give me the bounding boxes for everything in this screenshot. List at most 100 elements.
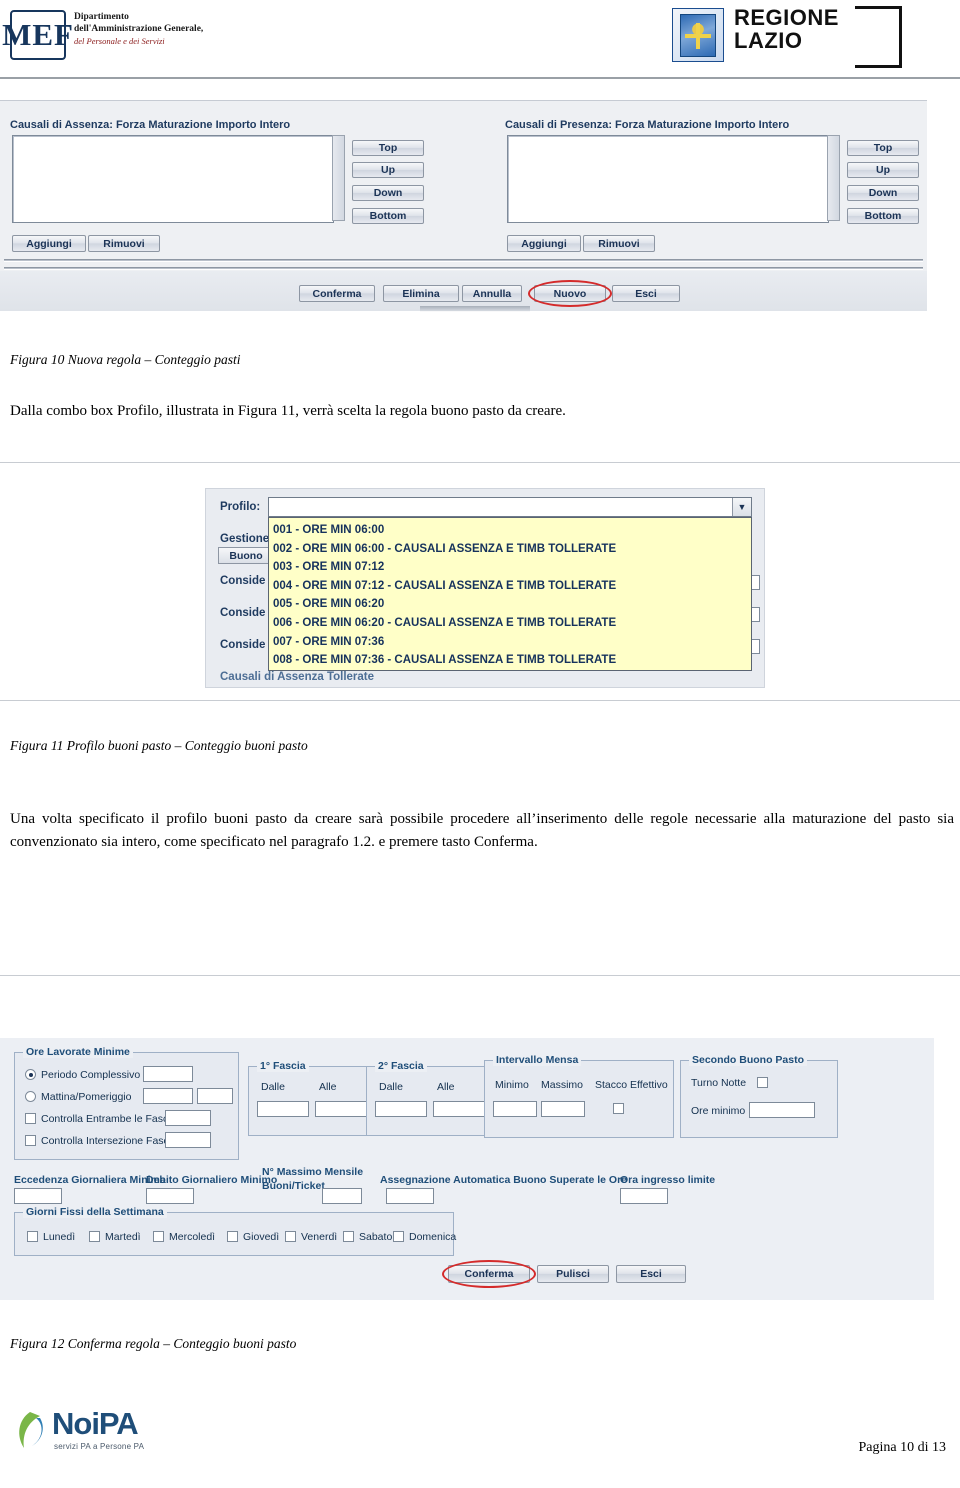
field-fascia1-alle[interactable] bbox=[315, 1101, 367, 1117]
field-controlla-entrambe[interactable] bbox=[165, 1110, 211, 1126]
dropdown-option[interactable]: 003 - ORE MIN 07:12 bbox=[273, 558, 751, 577]
group-title-seconda-fascia: 2° Fascia bbox=[375, 1060, 427, 1072]
checkbox-mercoledi[interactable] bbox=[153, 1231, 164, 1242]
profilo-combobox[interactable]: ▼ bbox=[268, 497, 752, 517]
regione-line-2: LAZIO bbox=[734, 28, 803, 54]
left-aggiungi-button[interactable]: Aggiungi bbox=[12, 235, 86, 252]
field-mensa-massimo[interactable] bbox=[541, 1101, 585, 1117]
label-max-mensile-l2: Buoni/Ticket bbox=[262, 1180, 325, 1192]
dept-line-1: Dipartimento bbox=[74, 12, 129, 22]
bg-button-buono[interactable]: Buono bbox=[218, 547, 274, 564]
paragraph-2: Una volta specificato il profilo buoni p… bbox=[10, 811, 954, 851]
field-periodo-complessivo[interactable] bbox=[143, 1066, 193, 1082]
dropdown-option[interactable]: 005 - ORE MIN 06:20 bbox=[273, 595, 751, 614]
field-fascia1-dalle[interactable] bbox=[257, 1101, 309, 1117]
checkbox-controlla-intersezione[interactable] bbox=[25, 1135, 36, 1146]
dropdown-option[interactable]: 007 - ORE MIN 07:36 bbox=[273, 633, 751, 652]
field-ora-ingresso-limite[interactable] bbox=[620, 1188, 668, 1204]
divider-above-figure-12 bbox=[0, 975, 960, 976]
figure-11-screenshot: Profilo: Gestione Buono Conside Conside … bbox=[205, 488, 765, 688]
right-aggiungi-button[interactable]: Aggiungi bbox=[507, 235, 581, 252]
bg-label-conside-3: Conside bbox=[220, 639, 266, 651]
label-fascia1-dalle: Dalle bbox=[261, 1081, 285, 1093]
profilo-label: Profilo: bbox=[220, 501, 261, 513]
checkbox-lunedi[interactable] bbox=[27, 1231, 38, 1242]
checkbox-sabato[interactable] bbox=[343, 1231, 354, 1242]
field-fascia2-alle[interactable] bbox=[433, 1101, 485, 1117]
causali-assenza-listbox[interactable] bbox=[12, 135, 334, 223]
label-fascia2-dalle: Dalle bbox=[379, 1081, 403, 1093]
label-max-mensile-l1: N° Massimo Mensile bbox=[262, 1166, 364, 1178]
left-top-button[interactable]: Top bbox=[352, 140, 424, 156]
bg-label-causali-tollerate: Causali di Assenza Tollerate bbox=[220, 671, 375, 683]
field-assegnazione-automatica[interactable] bbox=[386, 1188, 434, 1204]
field-debito-giornaliero[interactable] bbox=[146, 1188, 194, 1204]
field-mensa-minimo[interactable] bbox=[493, 1101, 537, 1117]
figure-10-action-bar: Conferma Elimina Annulla Nuovo Esci bbox=[0, 271, 927, 311]
checkbox-stacco-effettivo[interactable] bbox=[613, 1103, 624, 1114]
field-eccedenza-giornaliera[interactable] bbox=[14, 1188, 62, 1204]
field-controlla-intersezione[interactable] bbox=[165, 1132, 211, 1148]
label-debito-giornaliero: Debito Giornaliero Minimo bbox=[146, 1174, 278, 1186]
group-title-secondo-buono: Secondo Buono Pasto bbox=[689, 1054, 808, 1066]
figure12-pulisci-button[interactable]: Pulisci bbox=[537, 1265, 609, 1283]
label-mattina-pomeriggio: Mattina/Pomeriggio bbox=[41, 1091, 132, 1103]
field-max-mensile[interactable] bbox=[322, 1188, 362, 1204]
group-giorni-fissi: Giorni Fissi della Settimana Lunedì Mart… bbox=[14, 1206, 456, 1256]
page-number: Pagina 10 di 13 bbox=[858, 1440, 947, 1455]
checkbox-martedi[interactable] bbox=[89, 1231, 100, 1242]
group-secondo-buono-pasto: Secondo Buono Pasto Turno Notte Ore mini… bbox=[680, 1054, 838, 1138]
left-rimuovi-button[interactable]: Rimuovi bbox=[88, 235, 160, 252]
field-pomeriggio[interactable] bbox=[197, 1088, 233, 1104]
dropdown-option[interactable]: 001 - ORE MIN 06:00 bbox=[273, 521, 751, 540]
label-controlla-entrambe: Controlla Entrambe le Fasce bbox=[41, 1113, 175, 1125]
label-ore-minimo: Ore minimo bbox=[691, 1105, 746, 1117]
label-sabato: Sabato bbox=[359, 1231, 393, 1243]
causali-presenza-listbox[interactable] bbox=[507, 135, 829, 223]
profilo-dropdown-list[interactable]: 001 - ORE MIN 06:00 002 - ORE MIN 06:00 … bbox=[268, 517, 752, 671]
causali-assenza-label: Causali di Assenza: Forza Maturazione Im… bbox=[10, 119, 291, 131]
group-ore-lavorate-minime: Ore Lavorate Minime Periodo Complessivo … bbox=[14, 1046, 239, 1160]
divider-above-figure-11 bbox=[0, 462, 960, 463]
field-mattina[interactable] bbox=[143, 1088, 193, 1104]
conferma-button[interactable]: Conferma bbox=[299, 285, 375, 302]
regione-line-1: REGIONE bbox=[734, 5, 839, 30]
causali-assenza-scrollbar[interactable] bbox=[332, 135, 345, 221]
right-top-button[interactable]: Top bbox=[847, 140, 919, 156]
radio-mattina-pomeriggio[interactable] bbox=[25, 1091, 36, 1102]
elimina-button[interactable]: Elimina bbox=[383, 285, 459, 302]
leaf-icon bbox=[14, 1410, 48, 1450]
dropdown-option[interactable]: 006 - ORE MIN 06:20 - CAUSALI ASSENZA E … bbox=[273, 614, 751, 633]
dropdown-option[interactable]: 008 - ORE MIN 07:36 - CAUSALI ASSENZA E … bbox=[273, 651, 751, 670]
dropdown-option[interactable]: 004 - ORE MIN 07:12 - CAUSALI ASSENZA E … bbox=[273, 577, 751, 596]
annulla-button[interactable]: Annulla bbox=[462, 285, 522, 302]
bg-label-gestione: Gestione bbox=[220, 533, 270, 545]
checkbox-giovedi[interactable] bbox=[227, 1231, 238, 1242]
dropdown-option[interactable]: 002 - ORE MIN 06:00 - CAUSALI ASSENZA E … bbox=[273, 540, 751, 559]
noipa-logo: NoiPA servizi PA a Persone PA bbox=[14, 1404, 194, 1460]
field-ore-minimo[interactable] bbox=[749, 1102, 815, 1118]
esci-button[interactable]: Esci bbox=[612, 285, 680, 302]
bg-label-conside-2: Conside bbox=[220, 607, 266, 619]
right-down-button[interactable]: Down bbox=[847, 185, 919, 201]
caption-figure-11: Figura 11 Profilo buoni pasto – Conteggi… bbox=[10, 738, 308, 753]
checkbox-controlla-entrambe[interactable] bbox=[25, 1113, 36, 1124]
figure12-esci-button[interactable]: Esci bbox=[616, 1265, 686, 1283]
checkbox-domenica[interactable] bbox=[393, 1231, 404, 1242]
mef-department-text: Dipartimento dell'Amministrazione Genera… bbox=[74, 12, 203, 46]
checkbox-venerdi[interactable] bbox=[285, 1231, 296, 1242]
field-fascia2-dalle[interactable] bbox=[375, 1101, 427, 1117]
left-down-button[interactable]: Down bbox=[352, 185, 424, 201]
left-bottom-button[interactable]: Bottom bbox=[352, 208, 424, 224]
chevron-down-icon[interactable]: ▼ bbox=[732, 498, 751, 516]
label-turno-notte: Turno Notte bbox=[691, 1077, 747, 1089]
left-up-button[interactable]: Up bbox=[352, 162, 424, 178]
right-up-button[interactable]: Up bbox=[847, 162, 919, 178]
radio-periodo-complessivo[interactable] bbox=[25, 1069, 36, 1080]
figure-10-separator-1 bbox=[4, 259, 923, 262]
checkbox-turno-notte[interactable] bbox=[757, 1077, 768, 1088]
right-rimuovi-button[interactable]: Rimuovi bbox=[583, 235, 655, 252]
group-title-giorni-fissi: Giorni Fissi della Settimana bbox=[23, 1206, 167, 1218]
causali-presenza-scrollbar[interactable] bbox=[827, 135, 840, 221]
right-bottom-button[interactable]: Bottom bbox=[847, 208, 919, 224]
